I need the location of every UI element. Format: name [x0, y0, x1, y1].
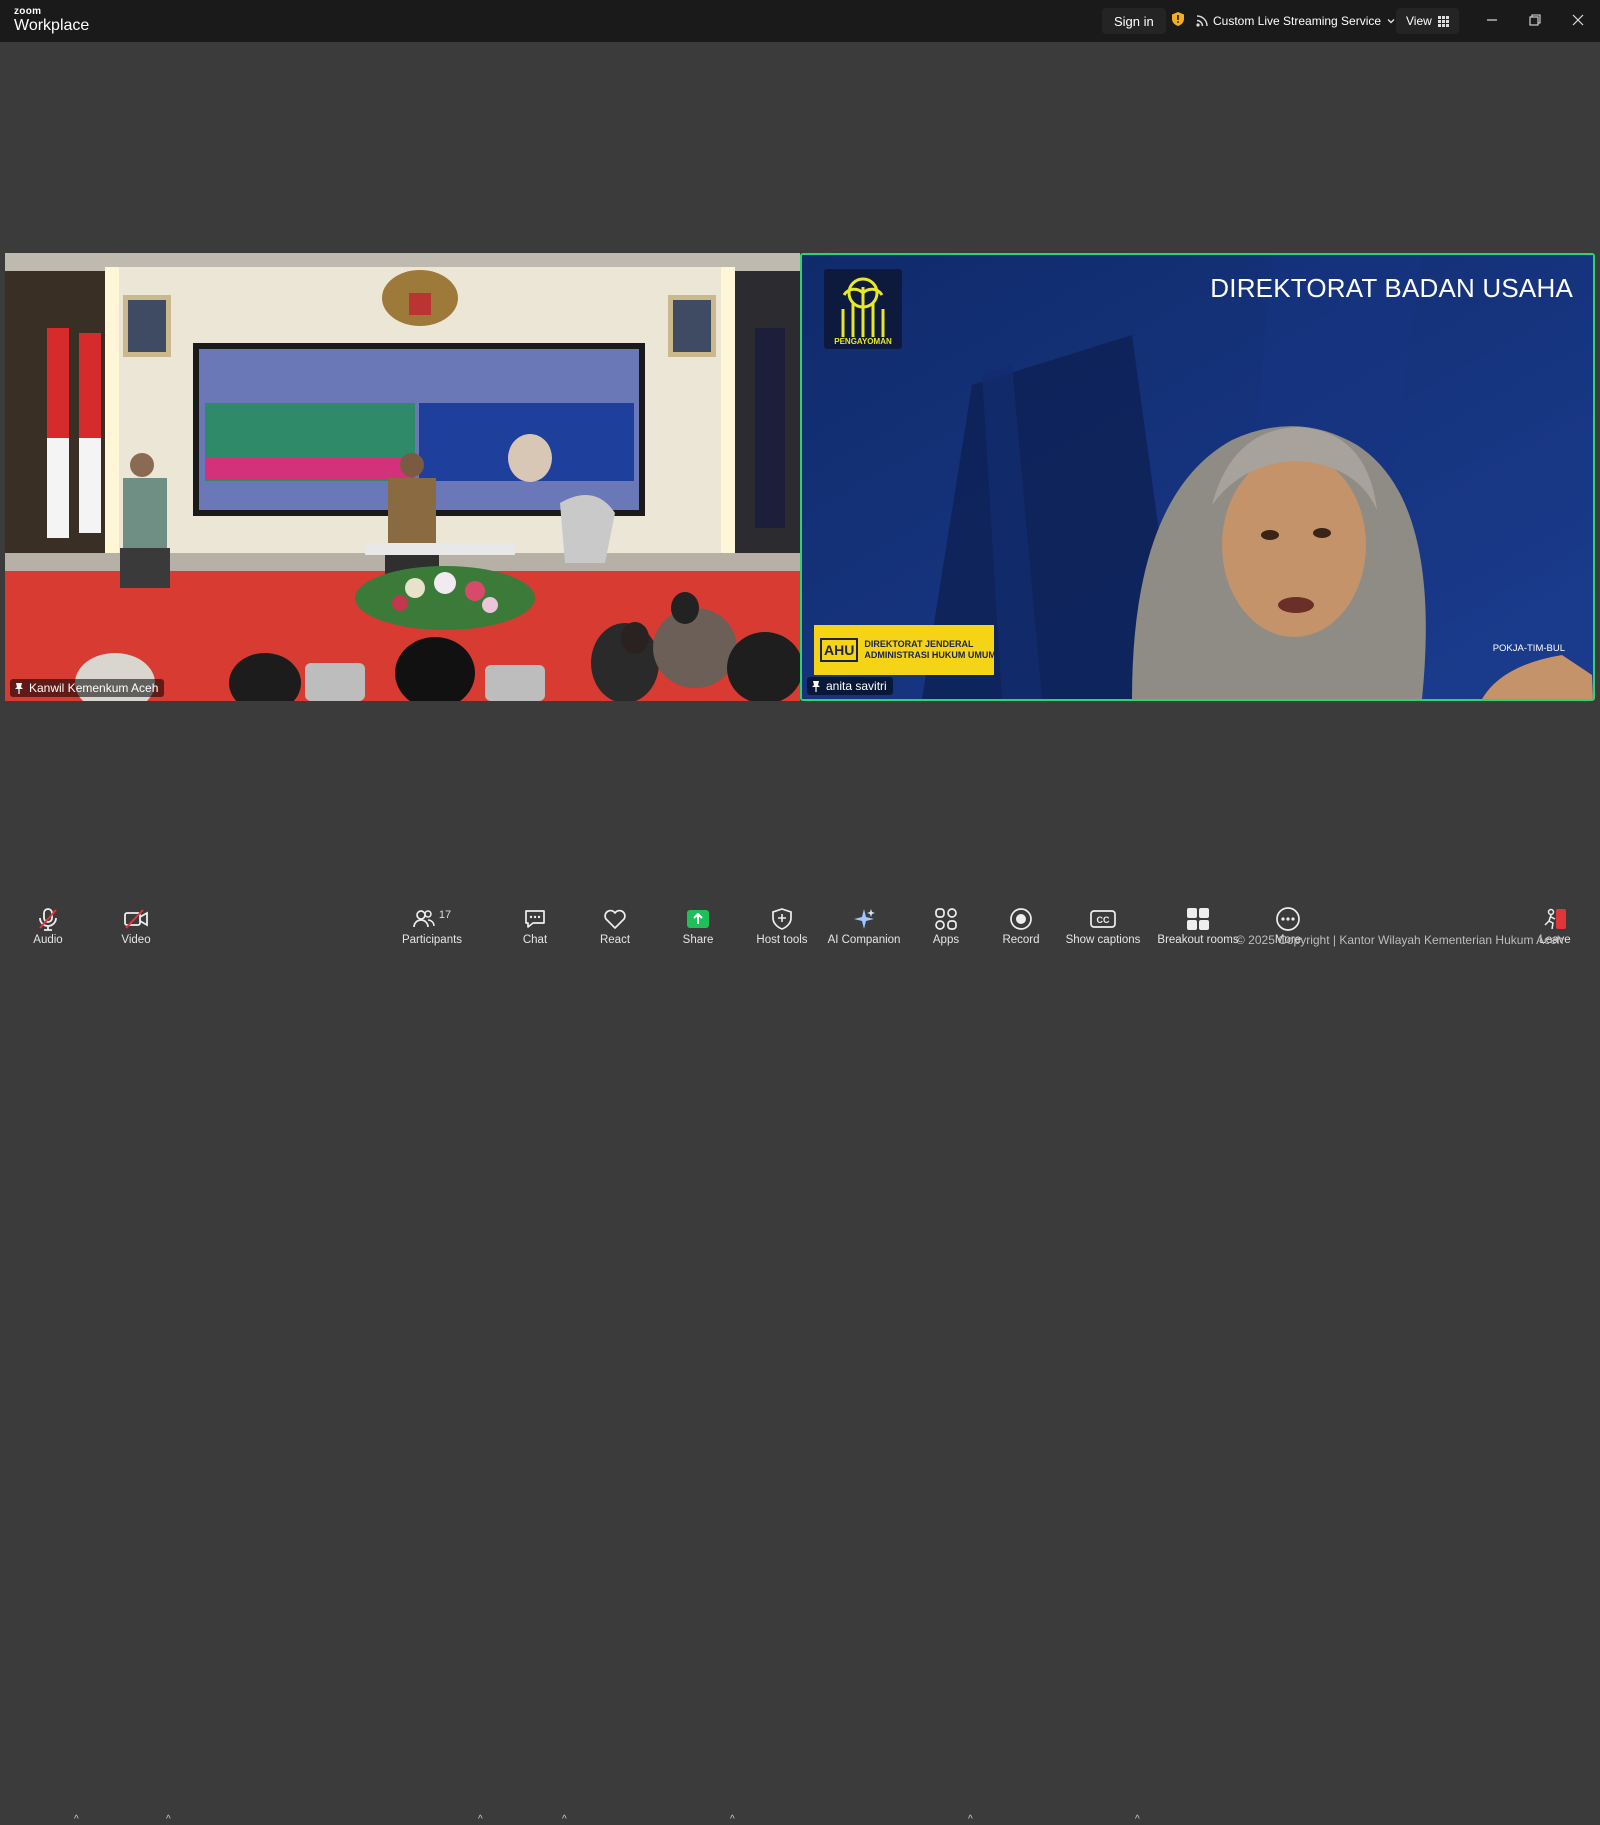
- captions-options-caret[interactable]: ^: [1135, 1814, 1140, 1825]
- chat-options-caret[interactable]: ^: [562, 1814, 567, 1825]
- more-icon: [1276, 907, 1300, 931]
- chat-button[interactable]: Chat: [490, 906, 580, 946]
- live-stream-dropdown[interactable]: Custom Live Streaming Service: [1196, 8, 1396, 34]
- apps-options-caret[interactable]: ^: [968, 1814, 973, 1825]
- ahu-mark: AHU: [820, 638, 859, 662]
- audio-options-caret[interactable]: ^: [74, 1814, 79, 1825]
- title-bar: zoom Workplace Sign in Custom Live Strea…: [0, 0, 1600, 42]
- record-button[interactable]: Record: [976, 906, 1066, 946]
- ai-companion-button[interactable]: AI Companion: [819, 906, 909, 946]
- react-button[interactable]: React: [570, 906, 660, 946]
- chat-icon: [525, 910, 545, 928]
- ahu-banner: AHU DIREKTORAT JENDERAL ADMINISTRASI HUK…: [814, 625, 996, 675]
- background-headline: DIREKTORAT BADAN USAHA: [1210, 273, 1573, 303]
- minimize-icon: [1487, 19, 1497, 21]
- cc-icon: CC: [1090, 910, 1116, 928]
- video-tile-anita-savitri[interactable]: PENGAYOMAN DIREKTORAT BADAN USAHA AHU DI…: [800, 253, 1595, 701]
- show-captions-button[interactable]: CC Show captions: [1058, 906, 1148, 946]
- logo-large: Workplace: [14, 17, 90, 34]
- chevron-down-icon: [1387, 19, 1395, 24]
- share-button[interactable]: Share: [653, 906, 743, 946]
- restore-button[interactable]: [1525, 10, 1545, 30]
- share-screen-icon: [687, 910, 709, 928]
- pengayoman-logo: PENGAYOMAN: [824, 269, 902, 349]
- participant-name-tag: Kanwil Kemenkum Aceh: [10, 679, 165, 697]
- participant-count: 17: [438, 909, 452, 921]
- copyright-watermark: © 2025 Copyright | Kantor Wilayah Kement…: [1236, 933, 1564, 947]
- corner-label: POKJA-TIM-BUL: [1492, 643, 1565, 654]
- shield-icon: [772, 908, 792, 930]
- grid-icon: [1437, 15, 1449, 27]
- participant-name: Kanwil Kemenkum Aceh: [29, 681, 159, 695]
- breakout-rooms-icon: [1187, 908, 1209, 930]
- svg-text:CC: CC: [1097, 915, 1110, 925]
- mic-muted-icon: [39, 908, 57, 931]
- close-button[interactable]: [1568, 10, 1588, 30]
- logo-caption: PENGAYOMAN: [834, 337, 892, 346]
- participant-name-tag: anita savitri: [807, 677, 893, 695]
- participants-options-caret[interactable]: ^: [478, 1814, 483, 1825]
- minimize-button[interactable]: [1482, 10, 1502, 30]
- sign-in-button[interactable]: Sign in: [1102, 8, 1166, 34]
- room-video-feed: [5, 253, 800, 701]
- ai-companion-label: AI Companion: [827, 934, 901, 946]
- sparkle-icon: [854, 909, 875, 929]
- security-warning-icon[interactable]: [1172, 12, 1184, 26]
- chat-label: Chat: [522, 934, 548, 946]
- breakout-rooms-button[interactable]: Breakout rooms: [1153, 906, 1243, 946]
- participants-icon: [413, 910, 435, 928]
- heart-icon: [604, 909, 626, 929]
- breakout-rooms-label: Breakout rooms: [1157, 934, 1239, 946]
- audio-button[interactable]: Audio: [3, 906, 93, 946]
- video-button[interactable]: Video: [91, 906, 181, 946]
- share-label: Share: [682, 934, 714, 946]
- zoom-logo: zoom Workplace: [14, 7, 89, 34]
- host-tools-label: Host tools: [756, 934, 808, 946]
- banner-line2: ADMINISTRASI HUKUM UMUM: [864, 650, 996, 660]
- record-label: Record: [1002, 934, 1040, 946]
- restore-icon: [1529, 14, 1541, 26]
- apps-label: Apps: [932, 934, 960, 946]
- live-stream-label: Custom Live Streaming Service: [1213, 14, 1382, 28]
- banner-line1: DIREKTORAT JENDERAL: [864, 639, 974, 650]
- host-tools-button[interactable]: Host tools: [737, 906, 827, 946]
- record-icon: [1010, 908, 1032, 930]
- close-icon: [1572, 14, 1584, 26]
- view-button[interactable]: View: [1396, 8, 1459, 34]
- pin-icon: [812, 681, 820, 692]
- participants-button[interactable]: 17 Participants: [387, 906, 477, 946]
- camera-off-icon: [124, 909, 148, 929]
- video-options-caret[interactable]: ^: [166, 1814, 171, 1825]
- leave-icon: [1544, 908, 1566, 930]
- show-captions-label: Show captions: [1065, 934, 1141, 946]
- pin-icon: [15, 683, 23, 694]
- broadcast-icon: [1196, 15, 1208, 27]
- logo-small: zoom: [14, 6, 42, 17]
- react-label: React: [599, 934, 631, 946]
- video-label: Video: [121, 934, 151, 946]
- view-label: View: [1406, 14, 1432, 28]
- share-options-caret[interactable]: ^: [730, 1814, 735, 1825]
- participants-label: Participants: [401, 934, 463, 946]
- video-tile-kanwil[interactable]: Kanwil Kemenkum Aceh: [5, 253, 800, 701]
- tree-emblem-icon: [841, 277, 885, 337]
- audio-label: Audio: [33, 934, 63, 946]
- apps-icon: [935, 908, 957, 930]
- participant-name: anita savitri: [826, 679, 887, 693]
- sign-in-label: Sign in: [1114, 13, 1154, 29]
